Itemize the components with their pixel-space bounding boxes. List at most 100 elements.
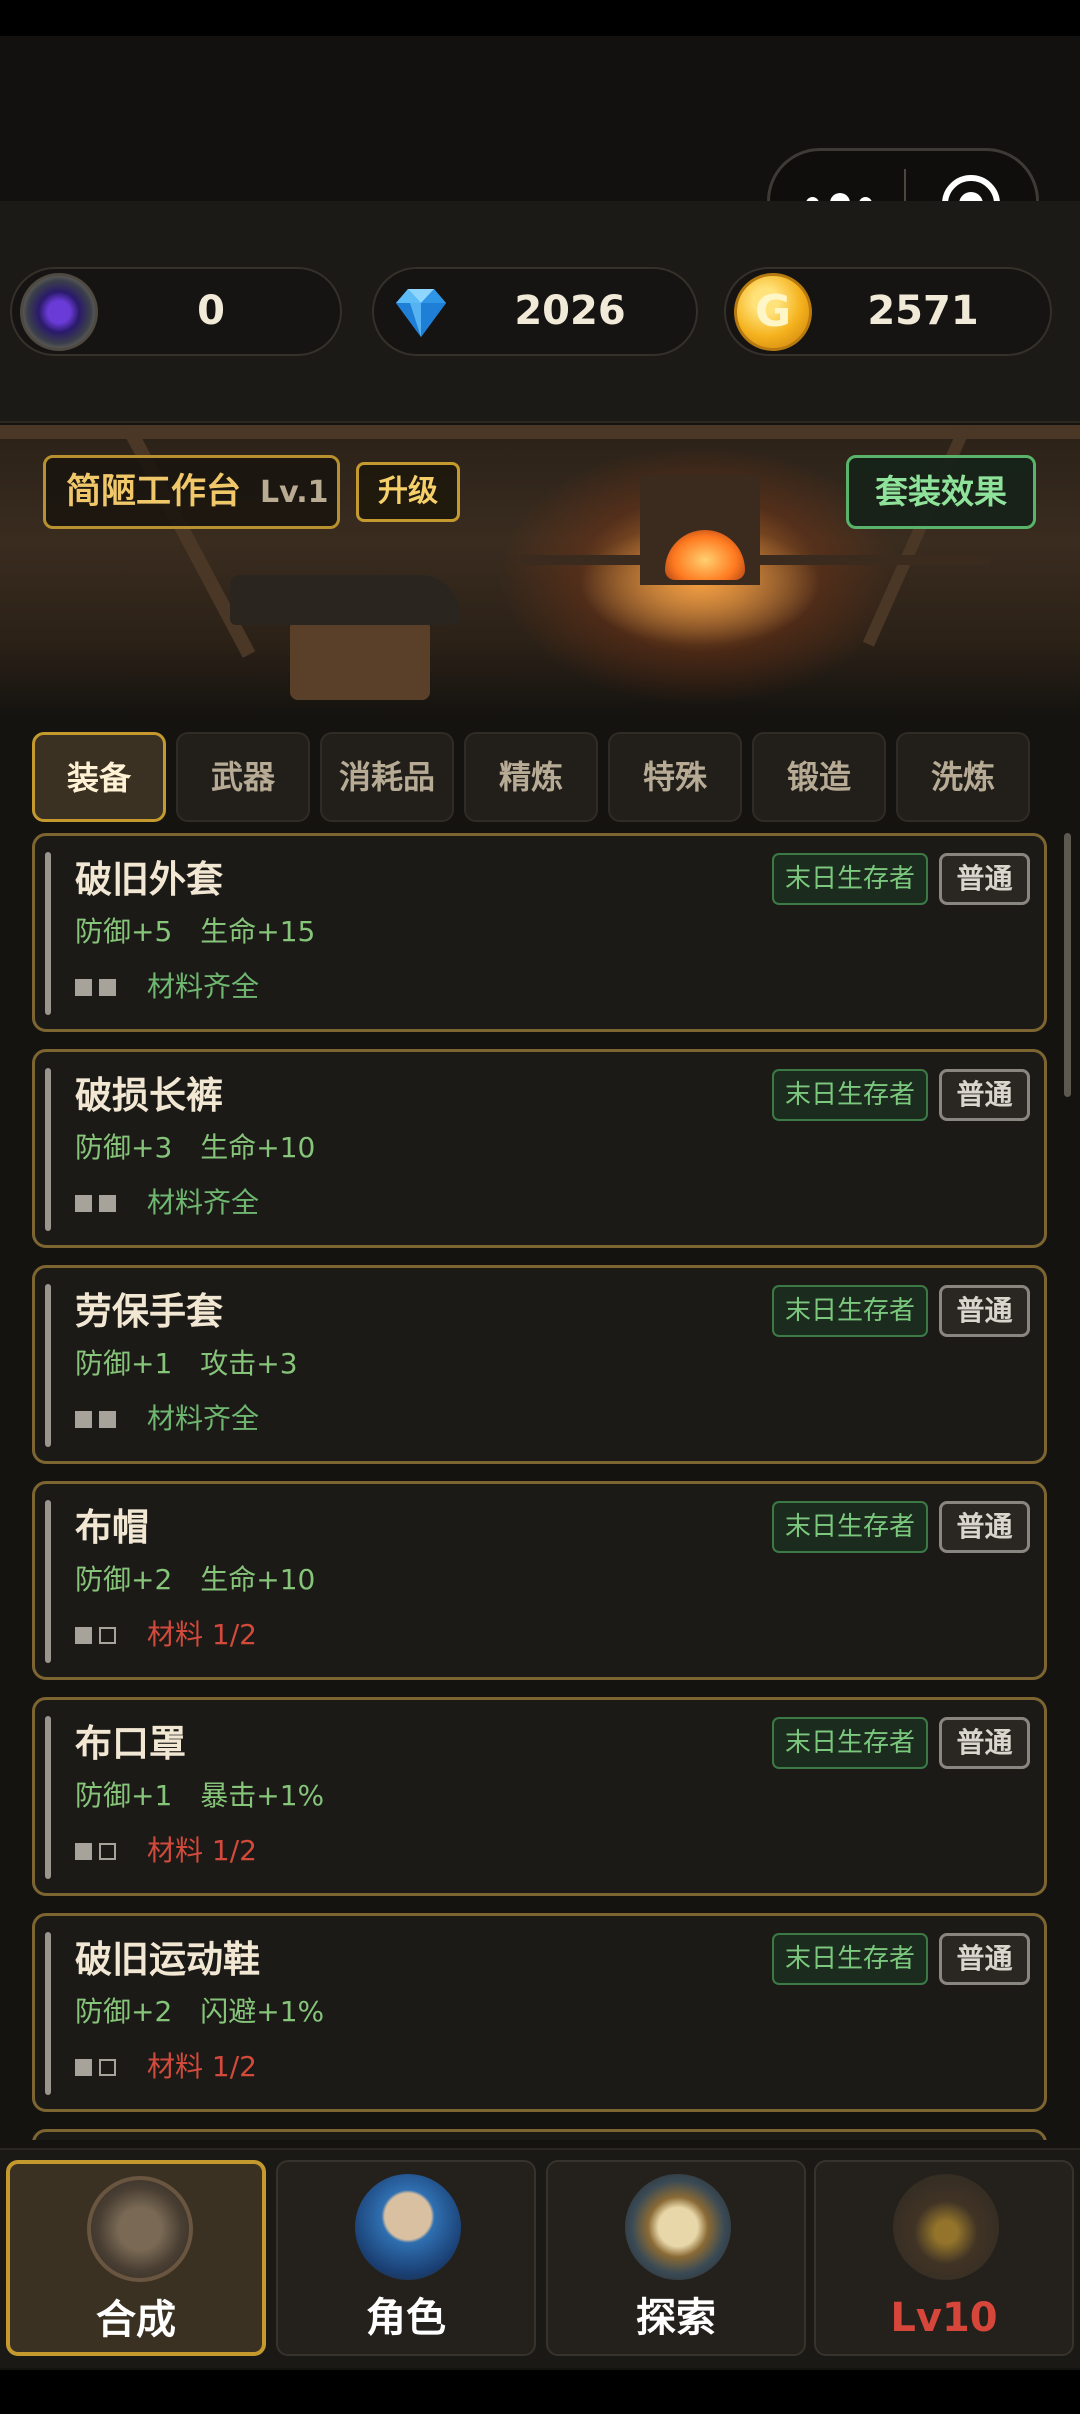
material-status: 材料 1/2 <box>147 1618 257 1651</box>
item-stats: 防御+1 攻击+3 <box>75 1344 298 1384</box>
nav-locked-shop[interactable]: Lv10 <box>814 2160 1074 2356</box>
recipe-card[interactable]: 破旧外套 防御+5 生命+15 材料齐全 末日生存者 普通 <box>32 833 1047 1032</box>
stat-line: 生命+15 <box>200 915 316 948</box>
recipe-card-partial[interactable] <box>32 2129 1047 2140</box>
rarity-bar <box>45 1284 51 1447</box>
grade-tag: 普通 <box>939 1933 1030 1985</box>
locked-shop-icon <box>893 2174 999 2280</box>
item-stats: 防御+2 生命+10 <box>75 1560 315 1600</box>
material-progress-icon <box>75 1411 119 1429</box>
compass-icon <box>625 2174 731 2280</box>
set-tag: 末日生存者 <box>772 1285 928 1337</box>
recipe-card[interactable]: 破损长裤 防御+3 生命+10 材料齐全 末日生存者 普通 <box>32 1049 1047 1248</box>
stat-line: 防御+5 <box>75 915 173 948</box>
tab-consumables[interactable]: 消耗品 <box>320 732 454 822</box>
rarity-bar <box>45 852 51 1015</box>
stat-line: 防御+2 <box>75 1995 173 2028</box>
grade-tag: 普通 <box>939 1069 1030 1121</box>
tab-equipment[interactable]: 装备 <box>32 732 166 822</box>
stat-line: 生命+10 <box>200 1563 316 1596</box>
set-effect-button[interactable]: 套装效果 <box>846 455 1036 529</box>
tab-forging[interactable]: 锻造 <box>752 732 886 822</box>
nav-unlock-level: Lv10 <box>890 2295 998 2341</box>
nav-character[interactable]: 角色 <box>276 2160 536 2356</box>
set-tag: 末日生存者 <box>772 1717 928 1769</box>
item-name: 破旧运动鞋 <box>75 1938 260 1981</box>
material-progress-icon <box>75 979 119 997</box>
tab-refining[interactable]: 精炼 <box>464 732 598 822</box>
material-status: 材料 1/2 <box>147 2050 257 2083</box>
recipe-list[interactable]: 破旧外套 防御+5 生命+15 材料齐全 末日生存者 普通 破损长裤 防御+3 生命… <box>32 833 1048 2140</box>
item-stats: 防御+1 暴击+1% <box>75 1776 324 1816</box>
rarity-bar <box>45 1500 51 1663</box>
bottom-navigation: 合成 角色 探索 Lv10 <box>0 2148 1080 2368</box>
item-stats: 防御+3 生命+10 <box>75 1128 315 1168</box>
resource-gold[interactable]: G 2571 <box>724 267 1052 356</box>
recipe-card[interactable]: 破旧运动鞋 防御+2 闪避+1% 材料 1/2 末日生存者 普通 <box>32 1913 1047 2112</box>
system-home-bar <box>0 2370 1080 2414</box>
nav-label: 合成 <box>96 2297 176 2343</box>
gold-count: 2571 <box>867 288 979 334</box>
grade-tag: 普通 <box>939 1501 1030 1553</box>
stat-line: 生命+10 <box>200 1131 316 1164</box>
grade-tag: 普通 <box>939 1717 1030 1769</box>
material-status: 材料齐全 <box>147 1402 260 1435</box>
item-stats: 防御+2 闪避+1% <box>75 1992 324 2032</box>
item-name: 破旧外套 <box>75 858 223 901</box>
rarity-bar <box>45 1716 51 1879</box>
stat-line: 防御+1 <box>75 1347 173 1380</box>
rarity-bar <box>45 1068 51 1231</box>
resource-crystal[interactable]: 0 <box>10 267 342 356</box>
rarity-bar <box>45 1932 51 2095</box>
crystal-count: 0 <box>197 288 225 334</box>
diamond-count: 2026 <box>514 288 626 334</box>
grade-tag: 普通 <box>939 1285 1030 1337</box>
gold-coin-icon: G <box>734 273 812 351</box>
item-name: 布口罩 <box>75 1722 186 1765</box>
recipe-card[interactable]: 劳保手套 防御+1 攻击+3 材料齐全 末日生存者 普通 <box>32 1265 1047 1464</box>
character-portrait-icon <box>355 2174 461 2280</box>
material-status: 材料齐全 <box>147 970 260 1003</box>
material-progress-icon <box>75 2059 119 2077</box>
material-status: 材料齐全 <box>147 1186 260 1219</box>
crafting-icon <box>87 2176 193 2282</box>
stat-line: 防御+3 <box>75 1131 173 1164</box>
list-scrollbar[interactable] <box>1064 833 1071 1097</box>
tab-weapons[interactable]: 武器 <box>176 732 310 822</box>
item-name: 布帽 <box>75 1506 149 1549</box>
item-name: 破损长裤 <box>75 1074 223 1117</box>
category-tabs: 装备 武器 消耗品 精炼 特殊 锻造 洗炼 <box>32 732 1032 824</box>
resource-diamond[interactable]: 2026 <box>372 267 698 356</box>
workbench-name-tag: 简陋工作台 Lv.1 <box>43 455 340 529</box>
status-bar <box>0 0 1080 36</box>
crystal-icon <box>20 273 98 351</box>
tab-special[interactable]: 特殊 <box>608 732 742 822</box>
tab-reforge[interactable]: 洗炼 <box>896 732 1030 822</box>
recipe-card[interactable]: 布帽 防御+2 生命+10 材料 1/2 末日生存者 普通 <box>32 1481 1047 1680</box>
nav-label: 探索 <box>636 2295 716 2341</box>
grade-tag: 普通 <box>939 853 1030 905</box>
workbench-name: 简陋工作台 <box>66 472 242 512</box>
set-tag: 末日生存者 <box>772 853 928 905</box>
workbench-level: Lv.1 <box>260 475 329 510</box>
stat-line: 攻击+3 <box>200 1347 298 1380</box>
item-name: 劳保手套 <box>75 1290 223 1333</box>
diamond-icon <box>382 273 460 351</box>
nav-explore[interactable]: 探索 <box>546 2160 806 2356</box>
material-progress-icon <box>75 1627 119 1645</box>
item-stats: 防御+5 生命+15 <box>75 912 315 952</box>
upgrade-button[interactable]: 升级 <box>356 462 460 522</box>
stat-line: 防御+2 <box>75 1563 173 1596</box>
material-progress-icon <box>75 1195 119 1213</box>
stat-line: 防御+1 <box>75 1779 173 1812</box>
recipe-card[interactable]: 布口罩 防御+1 暴击+1% 材料 1/2 末日生存者 普通 <box>32 1697 1047 1896</box>
game-screen: 0 2026 G 2571 简陋工作台 Lv.1 升级 套装效果 装备 武器 消… <box>0 0 1080 2414</box>
material-status: 材料 1/2 <box>147 1834 257 1867</box>
nav-craft[interactable]: 合成 <box>6 2160 266 2356</box>
set-tag: 末日生存者 <box>772 1501 928 1553</box>
nav-label: 角色 <box>366 2295 446 2341</box>
set-tag: 末日生存者 <box>772 1069 928 1121</box>
set-tag: 末日生存者 <box>772 1933 928 1985</box>
stat-line: 暴击+1% <box>200 1779 325 1812</box>
stat-line: 闪避+1% <box>200 1995 325 2028</box>
